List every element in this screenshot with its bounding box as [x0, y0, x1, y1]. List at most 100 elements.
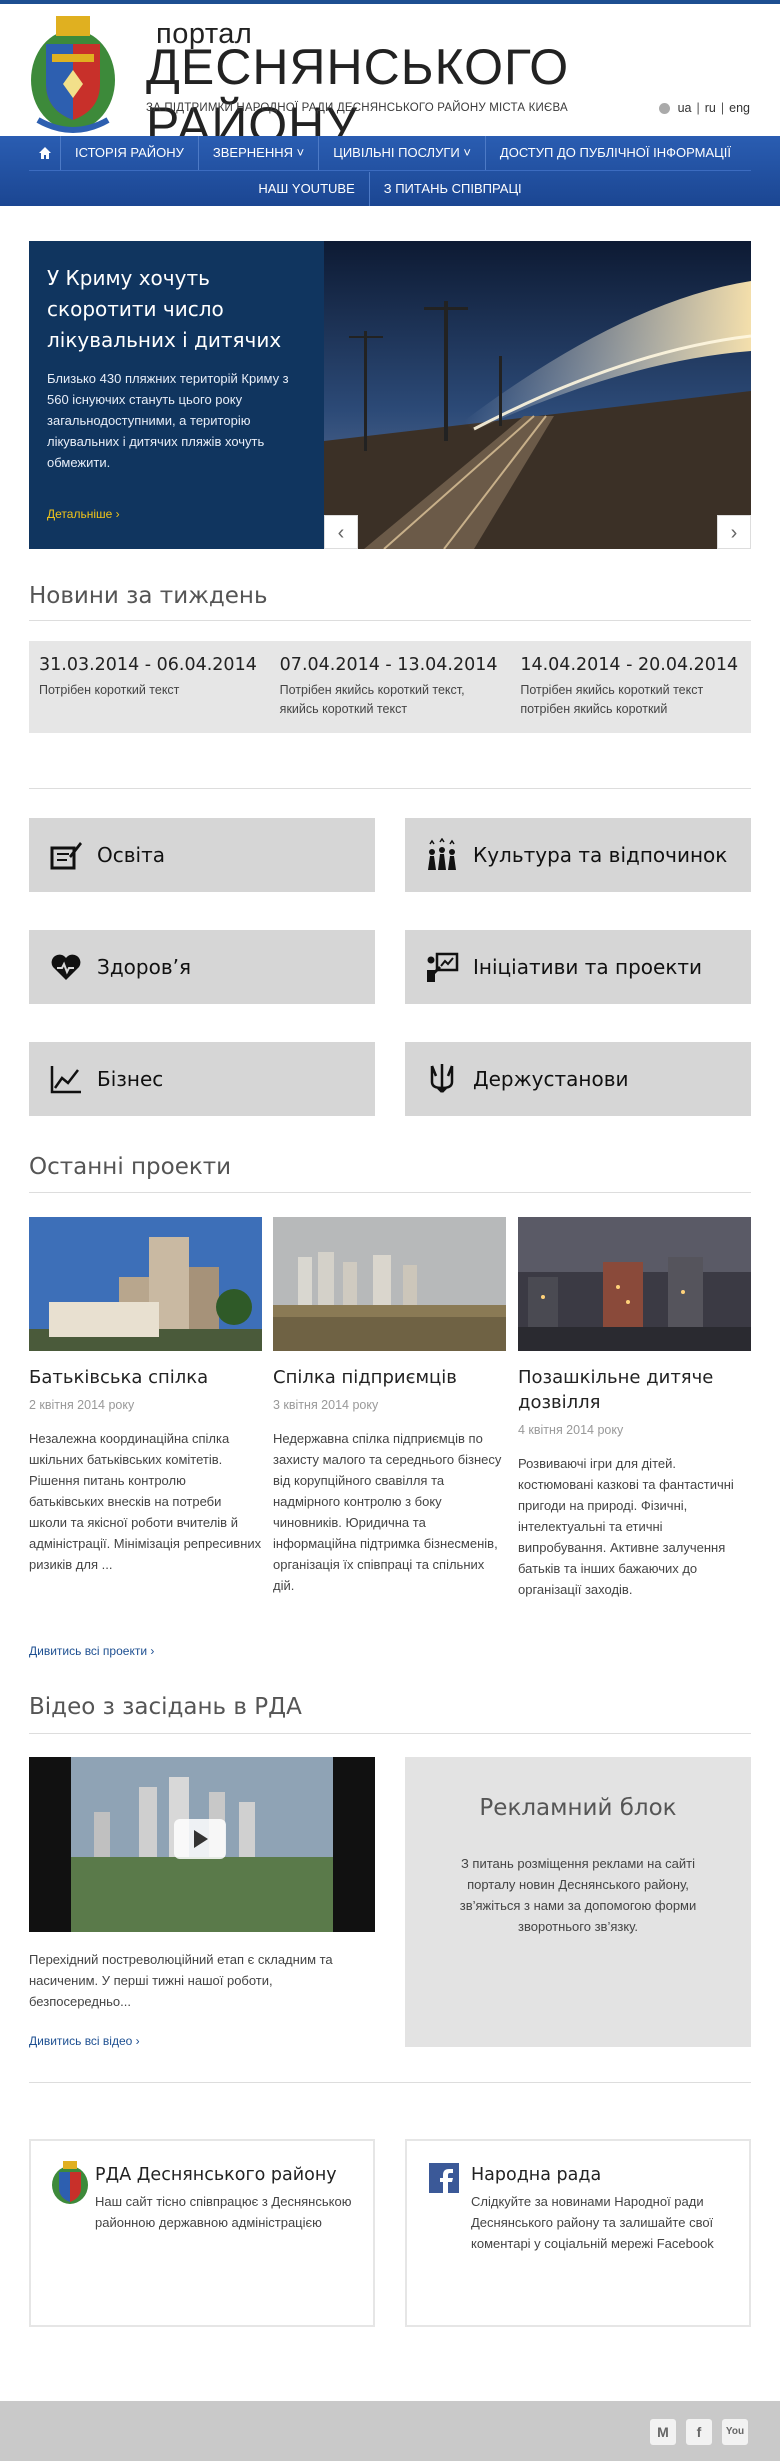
project-title[interactable]: Спілка підприємців [273, 1365, 506, 1390]
lang-separator: | [696, 101, 700, 115]
culture-icon [428, 838, 456, 870]
project-date: 4 квітня 2014 року [518, 1423, 624, 1437]
category-label: Здоров’я [97, 955, 191, 979]
home-icon [38, 147, 51, 159]
partner-title[interactable]: РДА Деснянського району [95, 2165, 353, 2185]
slider-prev-button[interactable]: ‹ [324, 515, 358, 549]
chevron-right-icon: › [135, 2034, 140, 2048]
news-section-title: Новини за тиждень [29, 583, 268, 609]
category-label: Бізнес [97, 1067, 164, 1091]
week-item[interactable]: 07.04.2014 - 13.04.2014 Потрібен якийсь … [270, 641, 511, 733]
week-text: Потрібен якийсь короткий текст потрібен … [520, 683, 704, 716]
city-night-photo [518, 1217, 751, 1351]
gmail-icon[interactable]: M [650, 2419, 676, 2445]
slider-next-button[interactable]: › [717, 515, 751, 549]
project-card: Позашкільне дитяче дозвілля 4 квітня 201… [518, 1217, 751, 1600]
railway-night-image [324, 241, 751, 549]
featured-slider: У Криму хочуть скоротити число лікувальн… [29, 241, 751, 549]
lang-eng[interactable]: eng [729, 101, 750, 115]
slide-body: Близько 430 пляжних територій Криму з 56… [47, 371, 289, 470]
videos-section-title: Відео з засідань в РДА [29, 1694, 302, 1720]
project-description: Розвиваючі ігри для дітей. костюмовані к… [518, 1456, 734, 1597]
nav-youtube[interactable]: НАШ YOUTUBE [244, 172, 370, 206]
weekly-news: 31.03.2014 - 06.04.2014 Потрібен коротки… [29, 641, 751, 733]
ad-title: Рекламний блок [479, 1795, 677, 1821]
chart-icon [50, 1066, 81, 1094]
week-date: 07.04.2014 - 13.04.2014 [279, 655, 498, 675]
nav-civil-services[interactable]: ЦИВІЛЬНІ ПОСЛУГИ ˅ [319, 136, 486, 170]
site-subtitle: ЗА ПІДТРИМКИ НАРОДНОЇ РАДИ ДЕСНЯНСЬКОГО … [146, 102, 568, 114]
week-item[interactable]: 14.04.2014 - 20.04.2014 Потрібен якийсь … [510, 641, 751, 733]
project-title[interactable]: Батьківська спілка [29, 1365, 262, 1390]
partner-body: Слідкуйте за новинами Народної ради Десн… [471, 2194, 714, 2251]
building-photo [29, 1217, 262, 1351]
slide-image[interactable] [324, 241, 751, 549]
partner-rda-box[interactable]: РДА Деснянського району Наш сайт тісно с… [29, 2139, 375, 2327]
divider [29, 1733, 751, 1734]
heart-icon [51, 954, 81, 980]
facebook-icon[interactable]: f [686, 2419, 712, 2445]
city-outskirts-photo [273, 1217, 506, 1351]
category-government[interactable]: Держустанови [405, 1042, 751, 1116]
video-player[interactable] [29, 1757, 375, 1932]
projects-section-title: Останні проекти [29, 1154, 232, 1180]
slide-more-link[interactable]: Детальніше › [47, 507, 120, 521]
coat-of-arms-icon [52, 2161, 88, 2204]
category-education[interactable]: Освіта [29, 818, 375, 892]
presentation-icon [427, 952, 459, 982]
site-header: портал ДЕСНЯНСЬКОГО РАЙОНУ ЗА ПІДТРИМКИ … [0, 4, 780, 153]
project-date: 3 квітня 2014 року [273, 1398, 379, 1412]
all-videos-label: Дивитись всі відео [29, 2034, 133, 2048]
project-image[interactable] [29, 1217, 262, 1351]
play-icon[interactable] [174, 1819, 226, 1859]
partner-title[interactable]: Народна рада [471, 2165, 729, 2185]
chevron-right-icon: › [150, 1644, 155, 1658]
project-image[interactable] [273, 1217, 506, 1351]
project-card: Батьківська спілка 2 квітня 2014 року Не… [29, 1217, 262, 1575]
nav-row-1: ІСТОРІЯ РАЙОНУ ЗВЕРНЕННЯ ˅ ЦИВІЛЬНІ ПОСЛ… [29, 136, 751, 171]
coat-of-arms-logo[interactable] [28, 10, 118, 134]
category-initiatives[interactable]: Ініціативи та проекти [405, 930, 751, 1004]
all-videos-link[interactable]: Дивитись всі відео › [29, 2034, 140, 2048]
category-health[interactable]: Здоров’я [29, 930, 375, 1004]
week-date: 14.04.2014 - 20.04.2014 [520, 655, 739, 675]
chevron-right-icon: › [115, 507, 120, 521]
divider [29, 620, 751, 621]
lang-separator: | [720, 101, 725, 115]
slide-title[interactable]: У Криму хочуть скоротити число лікувальн… [47, 263, 306, 356]
video-caption: Перехідний постреволюційний етап є склад… [29, 1952, 333, 2009]
category-culture[interactable]: Культура та відпочинок [405, 818, 751, 892]
ad-body: З питань розміщення реклами на сайті пор… [459, 1856, 697, 1934]
site-footer: M f You [0, 2401, 780, 2461]
ad-block[interactable]: Рекламний блок З питань розміщення рекла… [405, 1757, 751, 2047]
week-text: Потрібен якийсь короткий текст, якийсь к… [279, 683, 465, 716]
project-title[interactable]: Позашкільне дитяче дозвілля [518, 1365, 751, 1415]
lang-ru[interactable]: ru [705, 101, 716, 115]
all-projects-label: Дивитись всі проекти [29, 1644, 148, 1658]
nav-cooperation[interactable]: З ПИТАНЬ СПІВПРАЦІ [370, 172, 536, 206]
youtube-icon[interactable]: You [722, 2419, 748, 2445]
divider [29, 1192, 751, 1193]
week-item[interactable]: 31.03.2014 - 06.04.2014 Потрібен коротки… [29, 641, 270, 733]
all-projects-link[interactable]: Дивитись всі проекти › [29, 1644, 154, 1658]
globe-icon [658, 102, 670, 114]
category-business[interactable]: Бізнес [29, 1042, 375, 1116]
slide-text-panel: У Криму хочуть скоротити число лікувальн… [29, 241, 324, 549]
main-navigation: ІСТОРІЯ РАЙОНУ ЗВЕРНЕННЯ ˅ ЦИВІЛЬНІ ПОСЛ… [0, 136, 780, 206]
nav-appeals[interactable]: ЗВЕРНЕННЯ ˅ [199, 136, 320, 170]
nav-public-info[interactable]: ДОСТУП ДО ПУБЛІЧНОЇ ІНФОРМАЦІЇ [486, 136, 745, 170]
nav-home[interactable] [29, 136, 61, 170]
week-text: Потрібен короткий текст [39, 683, 180, 697]
project-image[interactable] [518, 1217, 751, 1351]
project-date: 2 квітня 2014 року [29, 1398, 135, 1412]
category-label: Держустанови [473, 1067, 629, 1091]
category-label: Ініціативи та проекти [473, 955, 703, 979]
slide-more-label: Детальніше [47, 507, 113, 521]
partner-council-box[interactable]: Народна рада Слідкуйте за новинами Народ… [405, 2139, 751, 2327]
divider [29, 788, 751, 789]
nav-history[interactable]: ІСТОРІЯ РАЙОНУ [61, 136, 199, 170]
lang-ua[interactable]: ua [678, 101, 692, 115]
trident-icon [430, 1064, 454, 1093]
category-label: Освіта [97, 843, 165, 867]
week-date: 31.03.2014 - 06.04.2014 [39, 655, 257, 675]
